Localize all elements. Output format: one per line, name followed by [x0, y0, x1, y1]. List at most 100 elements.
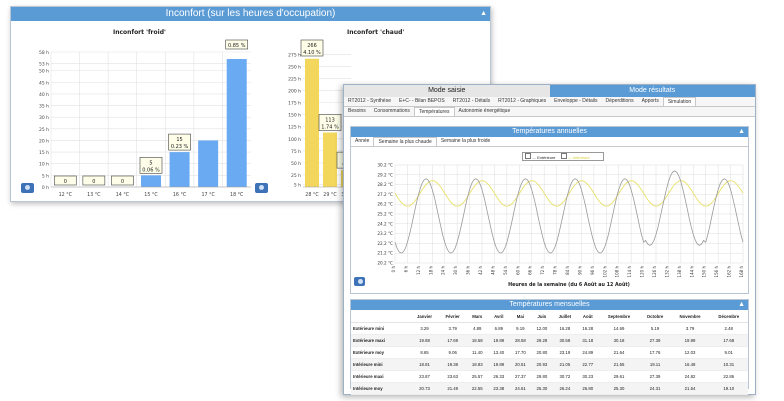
subtab-semaine-froide[interactable]: Semaine la plus froide — [437, 137, 494, 146]
camera-icon[interactable] — [255, 183, 268, 193]
subtab-autonomie[interactable]: Autonomie énergétique — [455, 107, 515, 116]
table-cell: 26.33 — [488, 370, 510, 383]
table-cell: 21.05 — [552, 358, 578, 371]
y-tick-label: 29.2 °C — [377, 172, 393, 177]
table-cell: 8.65 — [410, 346, 439, 359]
tab-rt2012-graphiques[interactable]: RT2012 - Graphiques — [494, 97, 550, 106]
tab-enveloppe-details[interactable]: Enveloppe - Détails — [550, 97, 601, 106]
column-header: Avril — [488, 310, 510, 323]
table-cell: 4.89 — [466, 322, 489, 335]
data-label: 0.06 % — [142, 167, 160, 173]
bar — [226, 58, 247, 187]
table-cell: 19.38 — [438, 358, 467, 371]
y-tick-label: 10 h — [39, 162, 49, 168]
table-row: Intérieure maxi 23.87 23.63 25.57 26.33 27.37… — [351, 370, 748, 383]
table-cell: 24.82 — [670, 370, 710, 383]
table-cell: 26.80 — [577, 382, 599, 395]
subtab-annee[interactable]: Année — [351, 137, 373, 146]
table-cell: 25.30 — [598, 382, 640, 395]
y-tick-label: 25 h — [39, 127, 49, 133]
mode-saisie-tab[interactable]: Mode saisie — [344, 85, 550, 97]
table-row: Extérieure mini 3.29 3.79 4.89 6.89 9.19 12.00… — [351, 322, 748, 335]
camera-icon[interactable] — [21, 183, 34, 193]
table-cell: 16.48 — [670, 358, 710, 371]
row-label: Extérieure moy — [351, 346, 411, 359]
x-tick-label: 150 h — [702, 266, 707, 278]
x-tick-label: 12 h — [416, 266, 421, 275]
tab-deperditions[interactable]: Déperditions — [602, 97, 638, 106]
x-tick-label: 126 h — [652, 266, 657, 278]
y-tick-label: 15 h — [39, 150, 49, 156]
tab-rt2012-details[interactable]: RT2012 - Détails — [449, 97, 494, 106]
table-cell: 5.19 — [639, 322, 671, 335]
collapse-icon[interactable]: ▲ — [738, 127, 745, 137]
table-cell: 16.28 — [552, 322, 578, 335]
column-header: Octobre — [639, 310, 671, 323]
row-label: Intérieure maxi — [351, 370, 411, 383]
data-label: 0 — [64, 179, 67, 185]
y-tick-label: 125 h — [288, 125, 301, 131]
table-cell: 18.58 — [466, 334, 489, 347]
table-cell: 20.51 — [509, 358, 532, 371]
data-label: 1.74 % — [321, 125, 339, 131]
subtab-besoins[interactable]: Besoins — [344, 107, 370, 116]
camera-icon[interactable] — [354, 277, 365, 286]
tab-rt2012-synthese[interactable]: RT2012 - Synthèse — [344, 97, 395, 106]
y-tick-label: 30 h — [39, 115, 49, 121]
monthly-table: Janvier Février Mars Avril Mai Juin Juillet Aoû… — [351, 310, 748, 395]
x-tick-label: 48 h — [490, 266, 495, 275]
y-tick-label: 250 h — [288, 64, 301, 70]
collapse-icon[interactable]: ▲ — [480, 7, 487, 21]
tab-simulation[interactable]: Simulation — [662, 97, 697, 106]
data-label: 15 — [176, 137, 182, 143]
x-tick-label: 138 h — [677, 266, 682, 278]
table-cell: 27.37 — [509, 370, 532, 383]
mode-resultats-tab[interactable]: Mode résultats — [549, 85, 755, 97]
y-tick-label: 20.2 °C — [377, 261, 393, 266]
y-tick-label: 27.2 °C — [377, 192, 393, 197]
x-tick-label: 18 h — [428, 266, 433, 275]
data-label: 113 — [325, 118, 335, 124]
tab-bilan-bepos[interactable]: E+C- - Bilan BEPOS — [395, 97, 449, 106]
data-label: 0.23 % — [171, 144, 189, 150]
table-cell: 29.61 — [598, 370, 640, 383]
x-tick-label: 17 °C — [201, 192, 215, 198]
y-tick-label: 23.2 °C — [377, 231, 393, 236]
hot-discomfort-chart: 5 h 25 h 50 h 75 h 100 h 125 h 150 h 175 h 200 h… — [288, 39, 351, 198]
y-tick-label: 20 h — [39, 138, 49, 144]
x-tick-label: 90 h — [577, 266, 582, 275]
x-tick-label: 144 h — [689, 266, 694, 278]
annual-temperatures-panel: Températures annuelles ▲ Année Semaine l… — [350, 126, 749, 294]
table-cell: 24.31 — [639, 382, 671, 395]
table-cell: 21.64 — [598, 346, 640, 359]
x-tick-label: 108 h — [615, 266, 620, 278]
table-cell: 10.31 — [709, 358, 748, 371]
table-cell: 23.38 — [488, 382, 510, 395]
x-tick-label: 14 °C — [116, 192, 130, 198]
table-cell: 2.48 — [709, 322, 748, 335]
y-tick-label: 22.2 °C — [377, 241, 393, 246]
subtab-semaine-chaude[interactable]: Semaine la plus chaude — [373, 137, 437, 146]
table-cell: 28.58 — [509, 334, 532, 347]
x-tick-label: 0 h — [391, 266, 396, 273]
row-label: Intérieure moy — [351, 382, 411, 395]
cold-chart-title: Inconfort 'froid' — [113, 29, 166, 36]
table-row: Extérieure moy 8.65 9.06 11.40 13.40 17.70 20.… — [351, 346, 748, 359]
table-cell: 3.79 — [438, 322, 467, 335]
table-cell: 3.79 — [670, 322, 710, 335]
y-tick-label: 45 h — [39, 80, 49, 86]
y-tick-label: 225 h — [288, 77, 301, 83]
table-cell: 20.80 — [531, 346, 553, 359]
table-cell: 27.39 — [639, 334, 671, 347]
collapse-icon[interactable]: ▲ — [738, 300, 745, 310]
table-cell: 11.40 — [466, 346, 489, 359]
y-tick-label: 53 h — [39, 62, 49, 68]
tab-apports[interactable]: Apports — [638, 97, 663, 106]
subtab-temperatures[interactable]: Températures — [413, 107, 455, 116]
row-label: Intérieure mini — [351, 358, 411, 371]
y-tick-label: 35 h — [39, 104, 49, 110]
table-cell: 19.10 — [709, 382, 748, 395]
column-header: Décembre — [709, 310, 748, 323]
subtab-consommations[interactable]: Consommations — [370, 107, 414, 116]
table-cell: 29.28 — [531, 334, 553, 347]
